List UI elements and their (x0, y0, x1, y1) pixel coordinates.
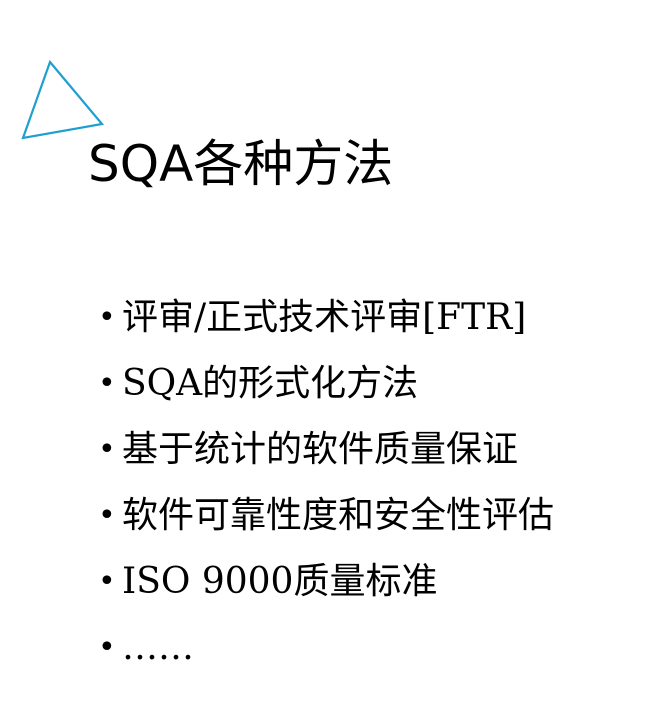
bullet-text: 基于统计的软件质量保证 (122, 429, 519, 470)
bullet-text: SQA的形式化方法 (122, 363, 419, 404)
bullet-marker: • (98, 630, 116, 665)
list-item: • 评审/正式技术评审[FTR] (98, 285, 554, 351)
bullet-marker: • (98, 300, 116, 335)
bullet-text: 软件可靠性度和安全性评估 (122, 495, 555, 536)
bullet-marker: • (98, 564, 116, 599)
bullet-text: …… (122, 627, 194, 668)
bullet-marker: • (98, 366, 116, 401)
list-item: • 软件可靠性度和安全性评估 (98, 483, 554, 549)
list-item: •…… (98, 615, 554, 681)
bullet-text: 评审/正式技术评审[FTR] (122, 297, 527, 338)
list-item: • ISO 9000质量标准 (98, 549, 554, 615)
bullet-text: ISO 9000质量标准 (122, 561, 438, 602)
list-item: • SQA的形式化方法 (98, 351, 554, 417)
bullet-list: • 评审/正式技术评审[FTR] • SQA的形式化方法 • 基于统计的软件质量保证 … (98, 285, 554, 681)
bullet-marker: • (98, 498, 116, 533)
list-item: • 基于统计的软件质量保证 (98, 417, 554, 483)
bullet-marker: • (98, 432, 116, 467)
slide-title: SQA各种方法 (88, 135, 394, 193)
slide: SQA各种方法 • 评审/正式技术评审[FTR] • SQA的形式化方法 • 基于统计… (0, 0, 655, 715)
